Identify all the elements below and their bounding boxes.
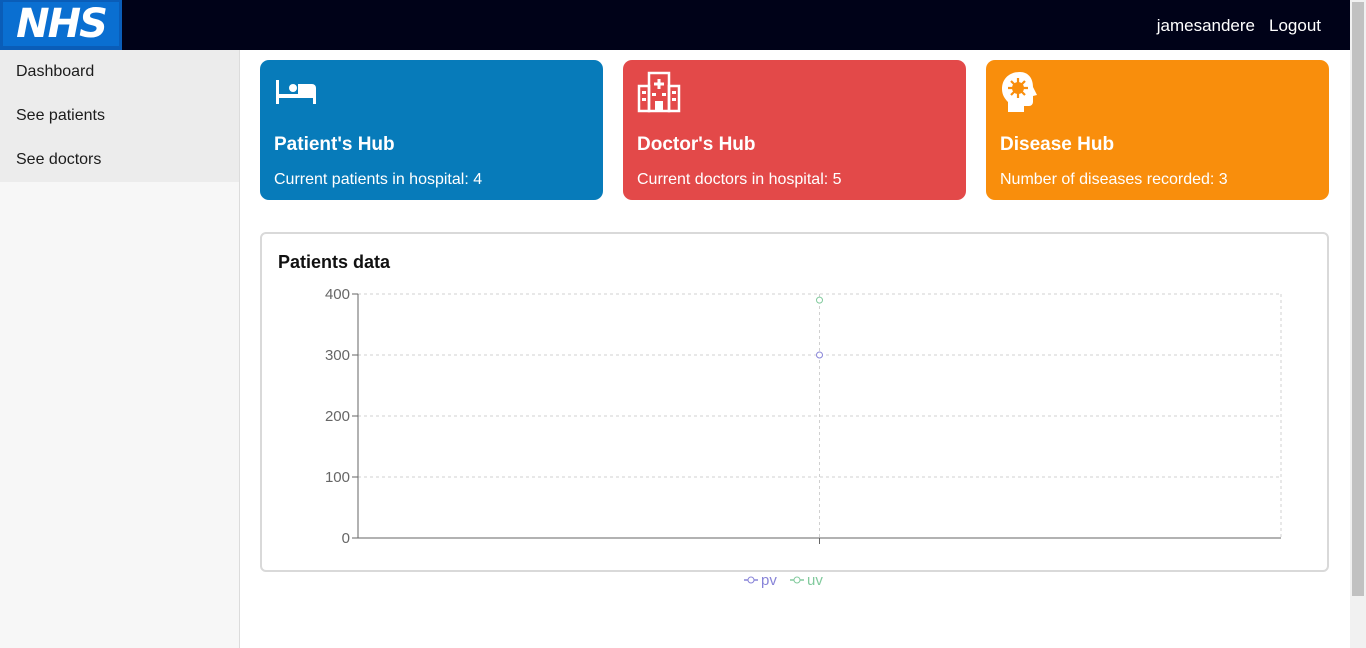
- y-tick-label: 200: [325, 408, 350, 425]
- data-point-uv: [816, 296, 823, 304]
- y-tick-label: 0: [342, 530, 350, 547]
- y-tick-label: 400: [325, 286, 350, 303]
- legend-label-pv: pv: [761, 572, 777, 589]
- patients-line-chart: 0 100 200 300 400 pv uv: [325, 286, 1282, 589]
- legend-marker-point-pv: [747, 576, 755, 584]
- y-tick-label: 300: [325, 347, 350, 364]
- y-tick-label: 100: [325, 469, 350, 486]
- scrollbar-thumb[interactable]: [1352, 2, 1364, 596]
- data-point-pv: [816, 351, 823, 359]
- legend-marker-point-uv: [793, 576, 801, 584]
- legend-label-uv: uv: [807, 572, 823, 589]
